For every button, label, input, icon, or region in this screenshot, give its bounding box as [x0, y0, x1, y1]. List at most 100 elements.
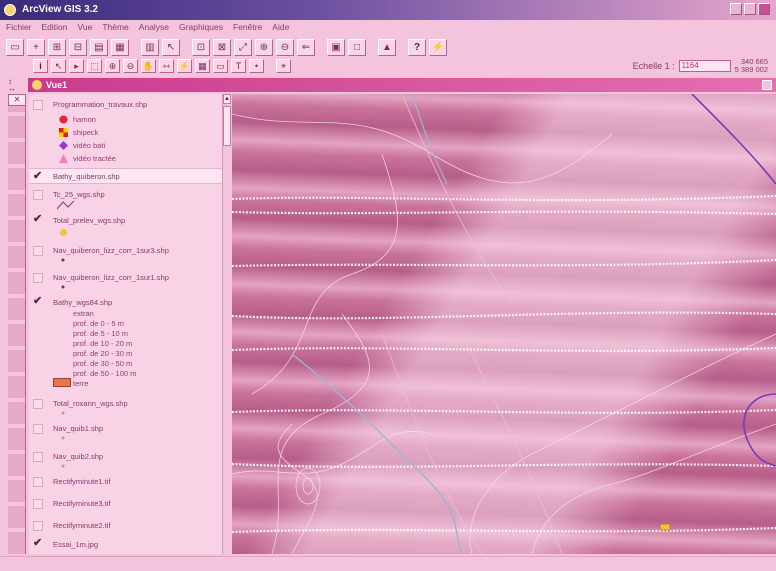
- toc-theme[interactable]: Nav_quiberon_lizz_corr_1sur3.shp: [29, 244, 230, 268]
- layout-icon[interactable]: ▲: [378, 38, 396, 56]
- minimize-button[interactable]: [730, 3, 742, 15]
- label-tool-icon[interactable]: ▭: [213, 59, 228, 73]
- toc-theme[interactable]: Programmation_travaux.shp hamon shipeck …: [29, 98, 230, 170]
- scroll-thumb[interactable]: [223, 106, 231, 146]
- theme-checkbox[interactable]: [33, 399, 43, 409]
- theme-checkbox-checked[interactable]: ✔: [33, 538, 43, 549]
- small-point-icon: [61, 258, 65, 262]
- menu-analyse[interactable]: Analyse: [139, 22, 169, 34]
- theme-checkbox[interactable]: [33, 273, 43, 283]
- clear-selection-icon[interactable]: □: [348, 38, 366, 56]
- hotlink-icon[interactable]: ⚡: [429, 38, 447, 56]
- legend-label: extran: [73, 309, 94, 318]
- edit-legend-icon[interactable]: ⊟: [69, 38, 87, 56]
- add-theme-icon[interactable]: +: [27, 38, 45, 56]
- nav-track: [232, 346, 776, 352]
- theme-checkbox[interactable]: [33, 100, 43, 110]
- toc-theme[interactable]: ✔ Total_prelev_wgs.shp: [29, 214, 230, 240]
- nav-track: [232, 258, 776, 268]
- legend-label: vidéo tractée: [73, 154, 116, 163]
- zoom-out-tool-icon[interactable]: ⊖: [123, 59, 138, 73]
- resize-arrows-icon[interactable]: ↕ ↔: [8, 78, 16, 93]
- toc-theme[interactable]: ✔ Bathy_quiberon.shp: [29, 168, 230, 184]
- theme-name: Nav_quiberon_lizz_corr_1sur1.shp: [53, 273, 169, 282]
- select-feature-tool-icon[interactable]: ⬚: [87, 59, 102, 73]
- theme-checkbox[interactable]: [33, 246, 43, 256]
- legend-label: terre: [73, 379, 89, 388]
- pan-tool-icon[interactable]: ✋: [141, 59, 156, 73]
- yellow-point-icon: [59, 228, 68, 237]
- zoom-in-tool-icon[interactable]: ⊕: [105, 59, 120, 73]
- toc-theme[interactable]: Rectifyminute3.tif: [29, 497, 230, 513]
- toc-theme[interactable]: Nav_quiberon_lizz_corr_1sur1.shp: [29, 271, 230, 295]
- close-button[interactable]: [758, 3, 770, 15]
- theme-checkbox[interactable]: [33, 190, 43, 200]
- toc-theme[interactable]: Total_roxann_wgs.shp: [29, 397, 230, 419]
- status-bar: [0, 556, 776, 571]
- maximize-button[interactable]: [744, 3, 756, 15]
- draw-point-tool-icon[interactable]: •: [249, 59, 264, 73]
- toc-scrollbar[interactable]: ▲: [222, 94, 231, 554]
- zoom-selected-icon[interactable]: ⤢: [234, 38, 252, 56]
- toc-theme[interactable]: Rectifyminute1.tif: [29, 475, 230, 491]
- button-bar: ▭ + ⊞ ⊟ ▤ ▦ ▥ ↖ ⊡ ⊠ ⤢ ⊕ ⊖ ⇐ ▣ □ ▲ ? ⚡: [0, 36, 776, 58]
- hotlink-tool-icon[interactable]: ⚡: [177, 59, 192, 73]
- theme-name: Rectifyminute3.tif: [53, 499, 111, 508]
- theme-checkbox[interactable]: [33, 452, 43, 462]
- zoom-in-icon[interactable]: ⊕: [255, 38, 273, 56]
- measure-tool-icon[interactable]: ⇿: [159, 59, 174, 73]
- nav-track: [232, 462, 776, 468]
- scroll-up-icon[interactable]: ▲: [223, 94, 231, 104]
- toc-theme[interactable]: Tc_25_wgs.shp: [29, 188, 230, 214]
- select-by-theme-icon[interactable]: ▣: [327, 38, 345, 56]
- map-display[interactable]: [232, 94, 776, 554]
- legend-label: prof. de 50 - 100 m: [73, 369, 137, 378]
- theme-checkbox[interactable]: [33, 424, 43, 434]
- toc-theme[interactable]: Rectifyminute2.tif: [29, 519, 230, 535]
- zoom-full-extent-icon[interactable]: ⊡: [192, 38, 210, 56]
- menu-aide[interactable]: Aide: [272, 22, 289, 34]
- locate-address-icon[interactable]: ▥: [141, 38, 159, 56]
- save-project-icon[interactable]: ▭: [6, 38, 24, 56]
- menu-edition[interactable]: Edition: [42, 22, 68, 34]
- menu-theme[interactable]: Thème: [102, 22, 128, 34]
- help-icon[interactable]: ?: [408, 38, 426, 56]
- menu-bar: Fichier Edition Vue Thème Analyse Graphi…: [0, 22, 776, 34]
- pointer-tool-icon[interactable]: ↖: [51, 59, 66, 73]
- view-minimize-button[interactable]: [762, 80, 772, 90]
- legend-label: hamon: [73, 115, 96, 124]
- contour-line: [271, 313, 370, 554]
- zoom-active-themes-icon[interactable]: ⊠: [213, 38, 231, 56]
- theme-checkbox-checked[interactable]: ✔: [33, 296, 43, 307]
- theme-checkbox-checked[interactable]: ✔: [33, 214, 43, 225]
- scale-input[interactable]: 1164: [678, 60, 731, 72]
- toc-theme[interactable]: Nav_quib2.shp: [29, 450, 230, 472]
- contour-line: [232, 430, 433, 475]
- menu-fichier[interactable]: Fichier: [6, 22, 32, 34]
- theme-properties-icon[interactable]: ⊞: [48, 38, 66, 56]
- zoom-out-icon[interactable]: ⊖: [276, 38, 294, 56]
- theme-checkbox[interactable]: [33, 521, 43, 531]
- toc-theme[interactable]: ✔ Bathy_wgs84.shp extran prof. de 0 - 5 …: [29, 296, 230, 392]
- view-icon: [32, 80, 42, 90]
- close-icon[interactable]: ✕: [8, 94, 26, 106]
- identify-tool-icon[interactable]: i: [33, 59, 48, 73]
- toc-theme[interactable]: Nav_quib1.shp: [29, 422, 230, 444]
- menu-graphiques[interactable]: Graphiques: [179, 22, 223, 34]
- theme-checkbox[interactable]: [33, 499, 43, 509]
- query-builder-icon[interactable]: ▦: [111, 38, 129, 56]
- legend-label: prof. de 0 - 5 m: [73, 319, 124, 328]
- theme-checkbox[interactable]: [33, 477, 43, 487]
- text-tool-icon[interactable]: T: [231, 59, 246, 73]
- menu-fenetre[interactable]: Fenêtre: [233, 22, 262, 34]
- legend-label: shipeck: [73, 128, 99, 137]
- open-table-icon[interactable]: ▤: [90, 38, 108, 56]
- help-pointer-icon[interactable]: ↖: [162, 38, 180, 56]
- snap-tool-icon[interactable]: ⌖: [276, 59, 291, 73]
- toc-theme[interactable]: ✔ Essai_1m.jpg: [29, 537, 230, 553]
- vertex-edit-tool-icon[interactable]: ▸: [69, 59, 84, 73]
- area-of-interest-tool-icon[interactable]: ▦: [195, 59, 210, 73]
- zoom-previous-icon[interactable]: ⇐: [297, 38, 315, 56]
- menu-vue[interactable]: Vue: [78, 22, 93, 34]
- theme-checkbox-checked[interactable]: ✔: [33, 171, 43, 182]
